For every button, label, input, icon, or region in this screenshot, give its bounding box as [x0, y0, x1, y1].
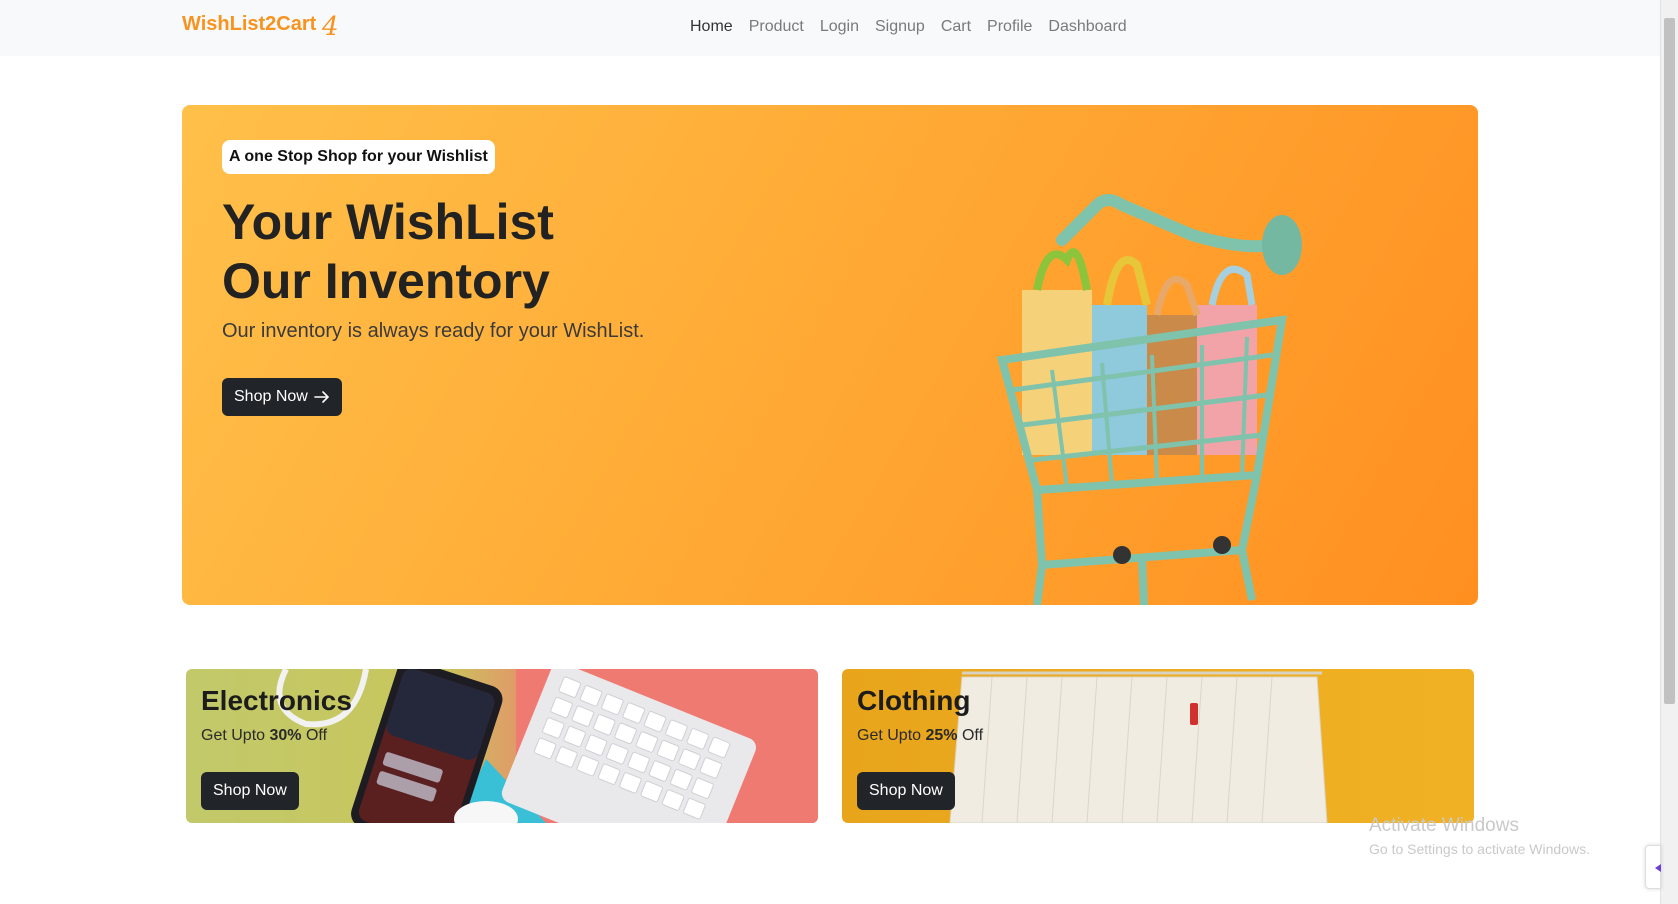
chevron-left-icon — [1655, 864, 1661, 872]
nav-link-dashboard[interactable]: Dashboard — [1048, 18, 1126, 36]
watermark-subtitle: Go to Settings to activate Windows. — [1369, 841, 1590, 857]
arrow-right-icon — [314, 391, 329, 403]
nav-link-cart[interactable]: Cart — [941, 18, 971, 36]
side-panel-toggle[interactable] — [1645, 845, 1661, 889]
windows-activation-watermark: Activate Windows Go to Settings to activ… — [1369, 815, 1590, 857]
category-title-electronics: Electronics — [201, 685, 352, 716]
discount-prefix: Get Upto — [201, 727, 270, 744]
discount-suffix: Off — [301, 727, 328, 744]
hero-banner: A one Stop Shop for your Wishlist Your W… — [182, 105, 1478, 605]
nav-link-login[interactable]: Login — [820, 18, 859, 36]
category-card-electronics[interactable]: Electronics Get Upto 30% Off Shop Now — [186, 669, 818, 823]
discount-suffix: Off — [957, 727, 984, 744]
page-scrollbar[interactable] — [1660, 0, 1678, 904]
hero-title-line1: Your WishList — [222, 194, 554, 250]
discount-value: 30% — [269, 727, 302, 744]
hero-shop-now-button[interactable]: Shop Now — [222, 378, 342, 416]
electronics-shop-now-button[interactable]: Shop Now — [201, 772, 299, 810]
navbar: WishList2Cart 4 Home Product Login Signu… — [0, 0, 1660, 56]
discount-prefix: Get Upto — [857, 727, 926, 744]
nav-link-product[interactable]: Product — [749, 18, 804, 36]
hero-tagline-badge: A one Stop Shop for your Wishlist — [222, 140, 495, 174]
scrollbar-thumb[interactable] — [1664, 18, 1675, 704]
nav-link-profile[interactable]: Profile — [987, 18, 1032, 36]
brand-logo[interactable]: WishList2Cart — [182, 13, 316, 36]
watermark-title: Activate Windows — [1369, 815, 1519, 836]
nav-link-signup[interactable]: Signup — [875, 18, 925, 36]
category-discount-clothing: Get Upto 25% Off — [857, 727, 983, 745]
clothing-shop-now-button[interactable]: Shop Now — [857, 772, 955, 810]
nav-links: Home Product Login Signup Cart Profile D… — [690, 18, 1127, 36]
nav-link-home[interactable]: Home — [690, 18, 733, 36]
hero-title: Your WishList Our Inventory — [222, 193, 554, 311]
shopping-cart-image — [996, 194, 1302, 605]
brand-badge: 4 — [322, 12, 339, 42]
discount-value: 25% — [925, 727, 958, 744]
category-title-clothing: Clothing — [857, 685, 971, 716]
hero-shop-now-label: Shop Now — [234, 388, 308, 405]
category-discount-electronics: Get Upto 30% Off — [201, 727, 327, 745]
hero-subtitle: Our inventory is always ready for your W… — [222, 320, 645, 342]
hero-title-line2: Our Inventory — [222, 253, 550, 309]
category-card-clothing[interactable]: Clothing Get Upto 25% Off Shop Now — [842, 669, 1474, 823]
